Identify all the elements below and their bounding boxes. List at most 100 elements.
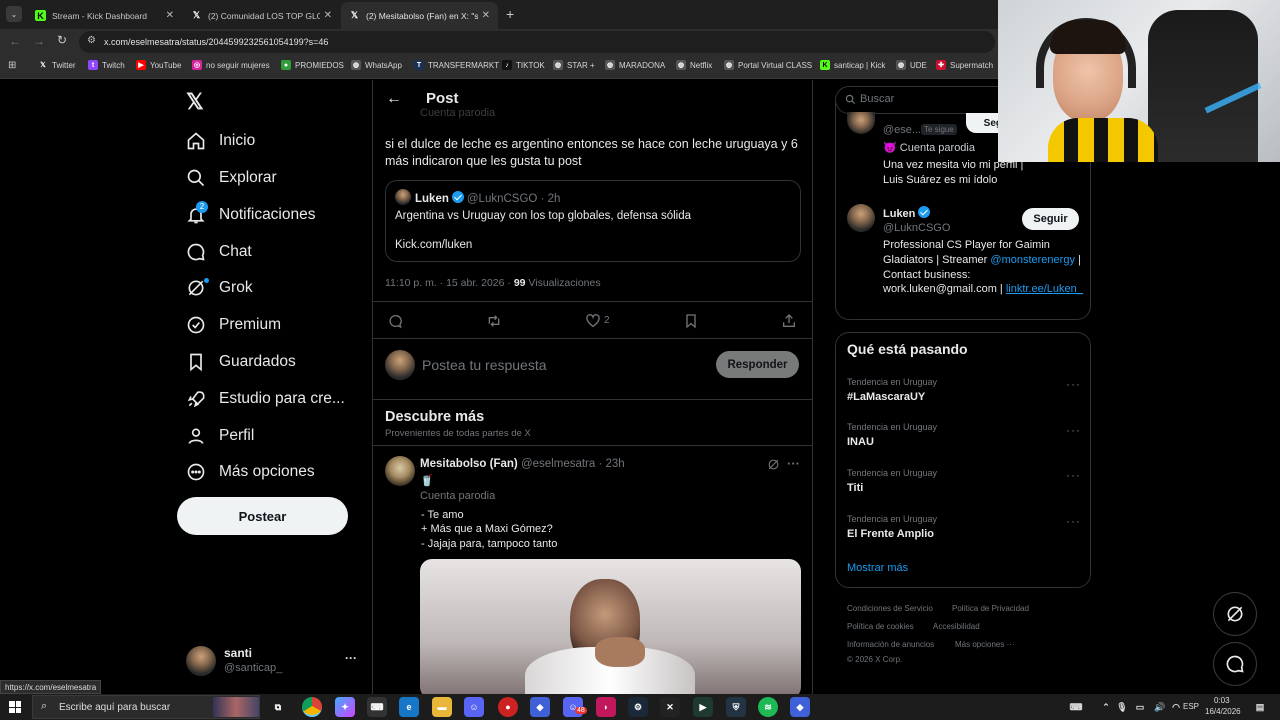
bookmark-youtube[interactable]: ▶ YouTube <box>136 60 181 70</box>
shield-icon[interactable]: ⛨ <box>726 697 746 717</box>
nav-premium[interactable]: Premium <box>186 312 281 338</box>
nav-bookmarks[interactable]: Guardados <box>186 349 296 375</box>
tweet-more-icon[interactable]: ··· <box>787 456 800 471</box>
trend-more-icon[interactable]: ··· <box>1066 468 1081 482</box>
nav-chat[interactable]: Chat <box>186 239 252 265</box>
reload-icon[interactable]: ↻ <box>57 33 67 47</box>
bookmark-maradona[interactable]: ◍ MARADONA <box>605 60 665 70</box>
footer-link[interactable]: Condiciones de Servicio <box>847 604 933 613</box>
nav-creator-studio[interactable]: Estudio para cre... <box>186 386 345 412</box>
post-button[interactable]: Postear <box>177 497 348 535</box>
repost-icon[interactable] <box>486 313 502 329</box>
bookmark-twitch[interactable]: t Twitch <box>88 60 125 70</box>
trend-topic[interactable]: Titi <box>847 482 863 494</box>
bookmark-transfermarkt[interactable]: T TRANSFERMARKT <box>414 60 499 70</box>
language-indicator[interactable]: ESP <box>1183 702 1199 711</box>
mention-link[interactable]: @monsterenergy <box>990 254 1075 266</box>
app-icon[interactable]: ▶ <box>693 697 713 717</box>
footer-link[interactable]: Información de anuncios <box>847 640 934 649</box>
microphone-icon[interactable]: 🎙 <box>1112 697 1132 717</box>
heart-icon[interactable] <box>585 313 601 329</box>
account-menu-icon[interactable]: ··· <box>345 651 357 665</box>
close-tab-icon[interactable]: ✕ <box>482 10 490 21</box>
tweet-avatar[interactable] <box>385 456 415 486</box>
bookmark-netflix[interactable]: ◍ Netflix <box>676 60 712 70</box>
chat-fab[interactable] <box>1213 642 1257 686</box>
trend-more-icon[interactable]: ··· <box>1066 377 1081 391</box>
address-bar[interactable]: ⚙ x.com/eselmesatra/status/2044599232561… <box>79 31 995 53</box>
steam-icon[interactable]: ⚙ <box>628 697 648 717</box>
trend-more-icon[interactable]: ··· <box>1066 423 1081 437</box>
taskbar-search[interactable]: ⌕ Escribe aquí para buscar <box>32 695 260 719</box>
nav-grok[interactable]: Grok <box>186 275 253 301</box>
footer-link[interactable]: Política de cookies <box>847 622 914 631</box>
card2-avatar[interactable] <box>847 204 875 232</box>
footer-link[interactable]: Más opciones ··· <box>955 640 1015 649</box>
close-tab-icon[interactable]: ✕ <box>166 10 174 21</box>
site-info-icon[interactable]: ⚙ <box>87 35 96 46</box>
task-view-icon[interactable]: ⧉ <box>268 697 288 717</box>
card2-follow-button[interactable]: Seguir <box>1022 208 1079 230</box>
apps-icon[interactable]: ⊞ <box>8 60 16 71</box>
bookmark-twitter[interactable]: 𝕏 Twitter <box>38 60 75 70</box>
close-tab-icon[interactable]: ✕ <box>324 10 332 21</box>
bookmark-ude[interactable]: ◍ UDE <box>896 60 927 70</box>
bio-link[interactable]: linktr.ee/Luken_ <box>1006 283 1083 295</box>
network-icon[interactable]: ▭ <box>1130 697 1150 717</box>
bookmark-whatsapp[interactable]: ◍ WhatsApp <box>351 60 402 70</box>
grok-icon[interactable] <box>767 458 780 471</box>
account-avatar[interactable] <box>186 646 216 676</box>
keyboard-icon[interactable]: ⌨ <box>1066 697 1086 717</box>
grok-fab[interactable] <box>1213 592 1257 636</box>
edge-icon[interactable]: e <box>399 697 419 717</box>
footer-link[interactable]: Política de Privacidad <box>952 604 1029 613</box>
app-icon[interactable]: ◆ <box>790 697 810 717</box>
forward-icon[interactable]: → <box>33 34 45 48</box>
copilot-icon[interactable]: ✦ <box>335 697 355 717</box>
show-more-link[interactable]: Mostrar más <box>847 562 908 574</box>
trend-topic[interactable]: #LaMascaraUY <box>847 391 925 403</box>
bookmark-instagram[interactable]: ◎ no seguir mujeres <box>192 60 270 70</box>
app-icon[interactable]: ⌨ <box>367 697 387 717</box>
reply-input[interactable]: Postea tu respuesta <box>422 357 547 373</box>
chrome-icon[interactable] <box>302 697 322 717</box>
share-icon[interactable] <box>781 313 797 329</box>
bookmark-promiedos[interactable]: ● PROMIEDOS <box>281 60 344 70</box>
app-icon[interactable]: ◆ <box>530 697 550 717</box>
new-tab-icon[interactable]: + <box>506 6 514 22</box>
bookmark-star-plus[interactable]: ◍ STAR + <box>553 60 595 70</box>
nav-home[interactable]: Inicio <box>186 128 255 154</box>
recorder-icon[interactable]: ● <box>498 697 518 717</box>
footer-link[interactable]: Accesibilidad <box>933 622 980 631</box>
tab-mesitabolso-post[interactable]: 𝕏 (2) Mesitabolso (Fan) en X: "si el ✕ <box>341 2 498 29</box>
nav-more-options[interactable]: Más opciones <box>186 459 315 485</box>
x-logo-icon[interactable]: 𝕏 <box>186 89 204 115</box>
discord-icon[interactable]: ☺ <box>464 697 484 717</box>
back-icon[interactable]: ← <box>9 34 21 48</box>
trend-more-icon[interactable]: ··· <box>1066 514 1081 528</box>
reply-icon[interactable] <box>388 313 404 329</box>
bookmark-icon[interactable] <box>683 313 699 329</box>
file-explorer-icon[interactable]: ▬ <box>432 697 452 717</box>
tweet-media-image[interactable] <box>420 559 801 699</box>
tab-search-icon[interactable]: ⌄ <box>6 6 22 22</box>
bookmark-tiktok[interactable]: ♪ TIKTOK <box>502 60 545 70</box>
tweet-parody-label: Cuenta parodia <box>420 490 496 502</box>
app-icon[interactable]: ◗ <box>596 697 616 717</box>
app-icon[interactable]: ✕ <box>660 697 680 717</box>
windows-start-icon[interactable] <box>9 701 21 713</box>
bookmark-santicap-kick[interactable]: Ksanticap | Kick <box>820 60 885 70</box>
trend-topic[interactable]: INAU <box>847 436 874 448</box>
back-arrow-icon[interactable]: ← <box>386 90 402 108</box>
bookmark-portal-virtual[interactable]: ◍ Portal Virtual CLASS <box>724 60 812 70</box>
spotify-icon[interactable]: ≋ <box>758 697 778 717</box>
reply-button[interactable]: Responder <box>716 351 799 378</box>
notifications-icon[interactable]: ▤ <box>1250 697 1270 717</box>
bookmark-supermatch[interactable]: ✚ Supermatch <box>936 60 993 70</box>
trend-topic[interactable]: El Frente Amplio <box>847 528 934 540</box>
tab-kick-dashboard[interactable]: K Stream - Kick Dashboard ✕ <box>27 2 182 29</box>
nav-profile[interactable]: Perfil <box>186 423 254 449</box>
nav-explore[interactable]: Explorar <box>186 165 277 191</box>
tab-comunidad[interactable]: 𝕏 (2) Comunidad LOS TOP GLOBAL ✕ <box>183 2 340 29</box>
transfermarkt-icon: T <box>414 60 424 70</box>
